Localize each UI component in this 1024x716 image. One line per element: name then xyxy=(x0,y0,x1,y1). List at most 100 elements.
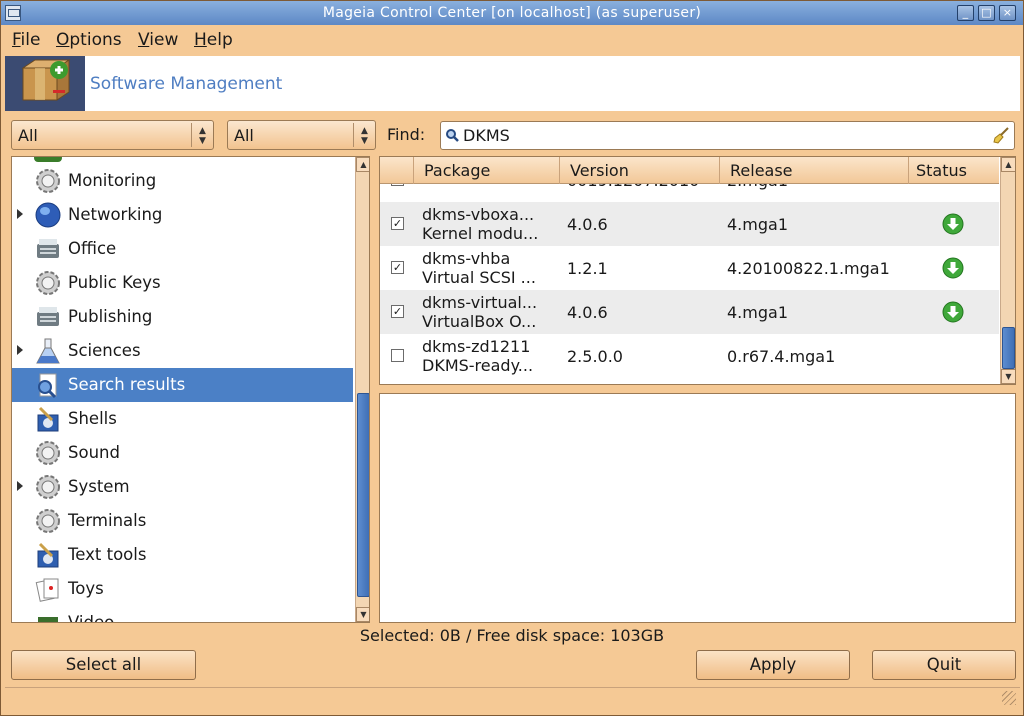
package-checkbox[interactable] xyxy=(391,349,404,362)
expander-arrow-icon[interactable] xyxy=(17,209,23,219)
combo-arrows-icon: ▲ ▼ xyxy=(191,123,213,147)
category-item[interactable]: System xyxy=(12,470,353,504)
category-label: Sound xyxy=(68,443,120,462)
category-scrollbar[interactable]: ▲ ▼ xyxy=(355,157,369,622)
category-label: Office xyxy=(68,239,117,258)
column-status[interactable]: Status xyxy=(908,157,999,184)
package-release: 4.mga1 xyxy=(727,303,788,322)
window-title: Mageia Control Center [on localhost] (as… xyxy=(322,5,702,21)
type-filter-combo[interactable]: All ▲ ▼ xyxy=(227,120,376,150)
find-label: Find: xyxy=(387,125,426,144)
category-item[interactable]: Sciences xyxy=(12,334,353,368)
gear-icon xyxy=(34,167,62,195)
package-release: 4.mga1 xyxy=(727,215,788,234)
gear-icon xyxy=(34,473,62,501)
menu-help[interactable]: Help xyxy=(194,30,233,50)
partial-category-icon xyxy=(34,157,62,162)
scroll-up-arrow[interactable]: ▲ xyxy=(1001,157,1015,172)
package-checkbox[interactable]: ✓ xyxy=(391,217,404,230)
package-row[interactable]: dkms-zd1211 DKMS-ready... 2.5.0.0 0.r67.4.m… xyxy=(380,334,999,378)
gear-icon xyxy=(34,269,62,297)
category-label: Text tools xyxy=(68,545,147,564)
search-input[interactable]: DKMS xyxy=(440,121,1015,150)
category-item[interactable]: Terminals xyxy=(12,504,353,538)
category-label: Terminals xyxy=(68,511,147,530)
category-label: Networking xyxy=(68,205,163,224)
menu-options[interactable]: Options xyxy=(56,30,122,50)
main-window: Mageia Control Center [on localhost] (as… xyxy=(0,0,1024,716)
category-item[interactable]: Publishing xyxy=(12,300,353,334)
flask-icon xyxy=(34,337,62,365)
clear-broom-icon[interactable] xyxy=(992,126,1010,144)
package-version: 1.2.1 xyxy=(567,259,608,278)
column-package[interactable]: Package xyxy=(413,157,563,184)
category-item[interactable]: Networking xyxy=(12,198,353,232)
package-scrollbar[interactable]: ▲ ▼ xyxy=(1000,157,1015,384)
shell-icon xyxy=(34,541,62,569)
menu-view[interactable]: View xyxy=(138,30,178,50)
category-tree[interactable]: Monitoring Networking Office Public Keys Pub… xyxy=(11,156,370,623)
search-results-icon xyxy=(34,371,62,399)
apply-button[interactable]: Apply xyxy=(696,650,850,680)
category-item[interactable]: Public Keys xyxy=(12,266,353,300)
scroll-down-arrow[interactable]: ▼ xyxy=(1001,369,1015,384)
category-item[interactable]: Office xyxy=(12,232,353,266)
package-list[interactable]: dkms packa...0019.1207.20102.mga1✓dkms-v… xyxy=(379,156,1016,385)
scroll-up-arrow[interactable]: ▲ xyxy=(356,157,369,172)
window-menu-icon[interactable] xyxy=(5,5,21,21)
select-all-button[interactable]: Select all xyxy=(11,650,196,680)
category-label: Search results xyxy=(68,375,186,394)
video-icon xyxy=(34,609,62,622)
category-label: System xyxy=(68,477,130,496)
category-label: Toys xyxy=(68,579,104,598)
scroll-thumb[interactable] xyxy=(357,393,369,597)
category-item[interactable]: Sound xyxy=(12,436,353,470)
maximize-button[interactable]: □ xyxy=(978,5,995,21)
title-bar[interactable]: Mageia Control Center [on localhost] (as… xyxy=(1,1,1023,25)
package-name: dkms-virtual... VirtualBox O... xyxy=(422,293,538,331)
quit-button[interactable]: Quit xyxy=(872,650,1016,680)
column-release[interactable]: Release xyxy=(719,157,909,184)
globe-icon xyxy=(34,201,62,229)
expander-arrow-icon[interactable] xyxy=(17,481,23,491)
package-description-pane xyxy=(379,393,1016,623)
banner-title: Software Management xyxy=(90,74,283,94)
resize-grip[interactable] xyxy=(1002,691,1016,705)
package-release: 4.20100822.1.mga1 xyxy=(727,259,890,278)
menu-bar: File Options View Help xyxy=(1,26,1023,54)
category-item[interactable]: Text tools xyxy=(12,538,353,572)
category-item[interactable]: Toys xyxy=(12,572,353,606)
package-row[interactable]: ✓ dkms-virtual... VirtualBox O... 4.0.6 4.mg… xyxy=(380,290,999,334)
category-label: Video xyxy=(68,613,115,623)
package-row[interactable]: ✓ dkms-vhba Virtual SCSI ... 1.2.1 4.2010082… xyxy=(380,246,999,290)
header-banner: Software Management xyxy=(5,56,1020,111)
column-version[interactable]: Version xyxy=(559,157,719,184)
disk-status-text: Selected: 0B / Free disk space: 103GB xyxy=(359,626,665,645)
category-item[interactable]: Search results xyxy=(12,368,353,402)
package-row[interactable]: ✓ dkms-vboxa... Kernel modu... 4.0.6 4.mga1 xyxy=(380,202,999,246)
package-name: dkms-vhba Virtual SCSI ... xyxy=(422,249,536,287)
minimize-button[interactable]: _ xyxy=(957,5,974,21)
package-version: 2.5.0.0 xyxy=(567,347,623,366)
gear-icon xyxy=(34,439,62,467)
scroll-down-arrow[interactable]: ▼ xyxy=(356,607,369,622)
typewriter-icon xyxy=(34,235,62,263)
package-checkbox[interactable]: ✓ xyxy=(391,261,404,274)
typewriter-icon xyxy=(34,303,62,331)
category-filter-combo[interactable]: All ▲ ▼ xyxy=(11,120,214,150)
package-name: dkms-vboxa... Kernel modu... xyxy=(422,205,539,243)
install-status-icon xyxy=(942,213,964,235)
install-status-icon xyxy=(942,257,964,279)
close-button[interactable]: × xyxy=(999,5,1016,21)
category-label: Public Keys xyxy=(68,273,161,292)
category-item[interactable]: Shells xyxy=(12,402,353,436)
cards-icon xyxy=(34,575,62,603)
package-checkbox[interactable]: ✓ xyxy=(391,305,404,318)
category-item[interactable]: Monitoring xyxy=(12,164,353,198)
package-version: 4.0.6 xyxy=(567,215,608,234)
menu-file[interactable]: File xyxy=(12,30,40,50)
scroll-thumb[interactable] xyxy=(1002,327,1015,369)
expander-arrow-icon[interactable] xyxy=(17,345,23,355)
category-item[interactable]: Video xyxy=(12,606,353,623)
combo-arrows-icon: ▲ ▼ xyxy=(353,123,375,147)
